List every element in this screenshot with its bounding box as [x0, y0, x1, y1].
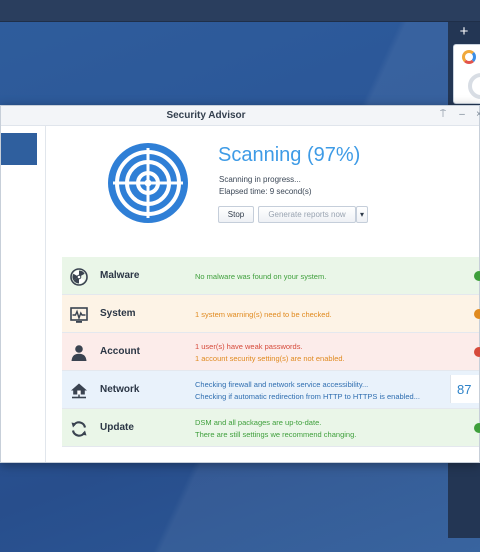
category-list: Malware No malware was found on your sys… — [62, 257, 480, 450]
user-icon — [71, 345, 87, 361]
window-titlebar[interactable]: Security Advisor ⍑ – × — [1, 106, 480, 126]
category-label: Network — [100, 384, 140, 395]
scan-status-text: Scanning in progress... — [219, 175, 301, 184]
stop-button[interactable]: Stop — [218, 206, 254, 223]
category-message: 1 system warning(s) need to be checked. — [195, 310, 332, 319]
scan-progress-badge: 87 — [450, 375, 479, 403]
pin-button[interactable]: ⍑ — [437, 109, 449, 121]
widget-card[interactable] — [453, 44, 480, 104]
status-ok-icon — [474, 423, 480, 433]
status-warning-icon — [474, 309, 480, 319]
minimize-button[interactable]: – — [456, 109, 468, 121]
scan-progress-title: Scanning (97%) — [218, 144, 361, 166]
monitor-pulse-icon — [70, 307, 88, 323]
status-ok-icon — [474, 271, 480, 281]
category-row-malware[interactable]: Malware No malware was found on your sys… — [62, 257, 480, 295]
refresh-icon — [71, 421, 87, 437]
category-message: No malware was found on your system. — [195, 272, 327, 281]
scan-progress-value: 87 — [457, 382, 472, 397]
sidebar-item-overview[interactable] — [1, 133, 37, 165]
sidebar — [1, 126, 46, 462]
close-button[interactable]: × — [473, 109, 480, 121]
category-message: Checking firewall and network service ac… — [195, 380, 369, 389]
category-row-update[interactable]: Update DSM and all packages are up-to-da… — [62, 409, 480, 447]
elapsed-time-text: Elapsed time: 9 second(s) — [219, 187, 312, 196]
radiation-icon — [70, 268, 88, 286]
generate-reports-dropdown[interactable]: ▾ — [356, 206, 368, 223]
status-danger-icon — [474, 347, 480, 357]
category-message: 1 account security setting(s) are not en… — [195, 354, 345, 363]
category-row-account[interactable]: Account 1 user(s) have weak passwords. 1… — [62, 333, 480, 371]
category-label: Update — [100, 422, 134, 433]
category-row-network[interactable]: Network Checking firewall and network se… — [62, 371, 479, 409]
category-label: Account — [100, 346, 140, 357]
category-message: DSM and all packages are up-to-date. — [195, 418, 322, 427]
category-label: Malware — [100, 270, 140, 281]
generate-reports-button[interactable]: Generate reports now — [258, 206, 356, 223]
category-message: Checking if automatic redirection from H… — [195, 392, 420, 401]
category-label: System — [100, 308, 136, 319]
category-message: There are still settings we recommend ch… — [195, 430, 357, 439]
category-row-system[interactable]: System 1 system warning(s) need to be ch… — [62, 295, 480, 333]
status-ring-icon — [462, 50, 476, 64]
house-network-icon — [71, 383, 87, 399]
category-message: 1 user(s) have weak passwords. — [195, 342, 303, 351]
security-advisor-window: Security Advisor ⍑ – × Scanning (97%) Sc… — [0, 105, 480, 463]
add-widget-button[interactable]: + — [448, 22, 480, 42]
taskbar — [0, 0, 480, 22]
gauge-icon — [468, 73, 480, 99]
window-title: Security Advisor — [166, 110, 246, 121]
radar-scan-icon — [108, 143, 188, 223]
